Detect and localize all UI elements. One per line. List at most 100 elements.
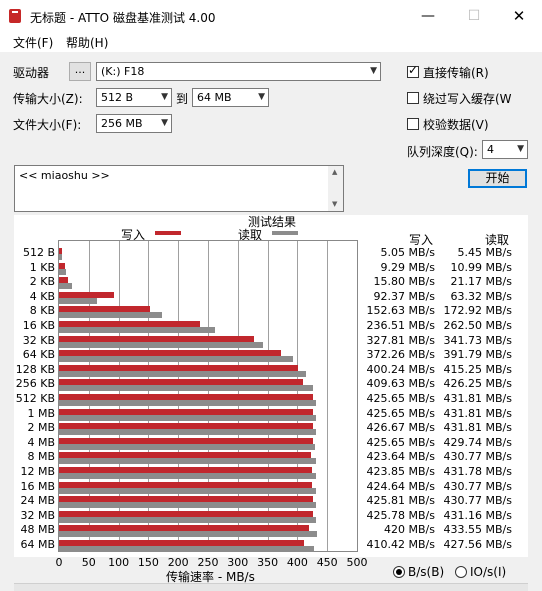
read-speed-value: 431.16 MB/s [443,508,512,522]
transfer-size-row-label: 512 KB [15,392,55,405]
transfer-size-row-label: 16 KB [22,319,55,332]
read-speed-value: 172.92 MB/s [443,304,512,318]
read-bar [59,385,314,392]
transfer-size-from-select[interactable]: 512 B ▼ [96,88,172,107]
minimize-button[interactable]: — [405,0,451,32]
read-bar [59,297,97,304]
write-speed-value: 409.63 MB/s [366,377,435,391]
read-speed-value: 63.32 MB/s [450,289,512,303]
menu-help[interactable]: 帮助(H) [66,34,108,51]
start-button[interactable]: 开始 [468,169,527,188]
read-bar [59,312,163,319]
maximize-button[interactable]: ☐ [451,0,497,32]
bypass-cache-checkbox[interactable] [407,92,419,104]
transfer-size-row-label: 2 KB [29,275,55,289]
read-speed-value: 433.55 MB/s [443,523,512,537]
read-speed-value: 431.81 MB/s [443,421,512,435]
legend-write-swatch [155,231,181,235]
chart-plot-area [58,240,358,552]
transfer-size-row-label: 1 MB [27,406,55,420]
x-tick-label: 150 [137,556,159,569]
unit-bytes-radio[interactable] [393,566,405,578]
x-tick-label: 100 [108,556,130,569]
unit-io-label: IO/s(I) [470,565,507,579]
write-speed-value: 425.65 MB/s [366,406,435,420]
close-button[interactable]: ✕ [496,0,542,32]
menu-file[interactable]: 文件(F) [13,34,53,51]
read-bar [59,327,216,333]
read-speed-value: 426.25 MB/s [443,377,512,391]
read-speed-value: 431.78 MB/s [443,465,512,478]
read-speed-value: 5.45 MB/s [457,246,512,259]
queue-depth-select[interactable]: 4 ▼ [482,140,528,159]
drive-label: 驱动器 [13,66,50,80]
chevron-down-icon: ▼ [517,144,524,154]
read-speed-value: 21.17 MB/s [450,275,512,289]
transfer-size-from-value: 512 B [101,91,134,104]
transfer-size-row-label: 64 KB [22,348,55,362]
write-speed-value: 372.26 MB/s [366,348,435,362]
write-speed-value: 9.29 MB/s [380,260,435,274]
verify-data-checkbox[interactable] [407,118,419,130]
notes-scrollbar[interactable]: ▲ ▼ [328,166,343,211]
read-bar [59,443,316,450]
transfer-size-to-select[interactable]: 64 MB ▼ [192,88,269,107]
write-speed-value: 152.63 MB/s [366,304,435,318]
transfer-size-row-label: 8 MB [27,450,55,464]
write-speed-value: 425.81 MB/s [366,494,435,508]
read-bar [59,487,316,494]
transfer-size-row-label: 48 MB [20,523,55,537]
queue-depth-label: 队列深度(Q): [407,145,478,159]
read-speed-value: 430.77 MB/s [443,494,512,508]
transfer-size-to-value: 64 MB [197,91,232,104]
transfer-size-row-label: 2 MB [27,421,55,435]
scroll-up-icon[interactable]: ▲ [332,168,337,176]
scroll-down-icon[interactable]: ▼ [332,200,337,208]
description-text: << miaoshu >> [19,169,110,182]
read-bar [59,254,63,260]
read-speed-value: 415.25 MB/s [443,362,512,376]
direct-io-checkbox[interactable] [407,63,419,78]
read-speed-value: 430.77 MB/s [443,450,512,464]
window-title: 无标题 - ATTO 磁盘基准测试 4.00 [30,11,216,25]
read-bar [59,268,66,275]
browse-button[interactable]: ... [69,62,91,81]
write-speed-value: 5.05 MB/s [380,246,435,259]
chevron-down-icon: ▼ [370,66,377,76]
direct-io-label: 直接传输(R) [423,66,489,80]
write-speed-value: 92.37 MB/s [373,289,435,303]
unit-io-radio[interactable] [455,566,467,578]
write-speed-value: 425.65 MB/s [366,392,435,405]
file-size-select[interactable]: 256 MB ▼ [96,114,172,133]
transfer-size-row-label: 128 KB [15,362,55,376]
transfer-size-row-label: 4 MB [27,435,55,449]
unit-bytes-label: B/s(B) [408,565,445,579]
read-bar [59,341,263,348]
transfer-size-label: 传输大小(Z): [13,92,83,106]
queue-depth-value: 4 [487,143,494,156]
write-speed-value: 410.42 MB/s [366,538,435,551]
x-tick-label: 500 [346,556,368,569]
drive-select[interactable]: (K:) F18 ▼ [96,62,381,81]
chevron-down-icon: ▼ [161,92,168,102]
write-speed-value: 426.67 MB/s [366,421,435,435]
read-bar [59,414,317,421]
read-bar [59,531,318,538]
read-bar [59,400,317,406]
chevron-down-icon: ▼ [161,118,168,128]
x-tick-label: 50 [81,556,96,569]
read-bar [59,502,316,509]
write-speed-value: 327.81 MB/s [366,333,435,347]
transfer-size-row-label: 24 MB [20,494,55,508]
file-size-label: 文件大小(F): [13,118,82,132]
read-bar [59,458,316,465]
write-speed-value: 420 MB/s [384,523,435,537]
write-speed-value: 15.80 MB/s [373,275,435,289]
chevron-down-icon: ▼ [258,92,265,102]
transfer-size-row-label: 4 KB [29,289,55,303]
description-textarea[interactable]: << miaoshu >> ▲ ▼ [14,165,344,212]
read-speed-value: 431.81 MB/s [443,406,512,420]
transfer-size-row-label: 8 KB [29,304,55,318]
read-speed-value: 429.74 MB/s [443,435,512,449]
transfer-size-row-label: 256 KB [15,377,55,391]
